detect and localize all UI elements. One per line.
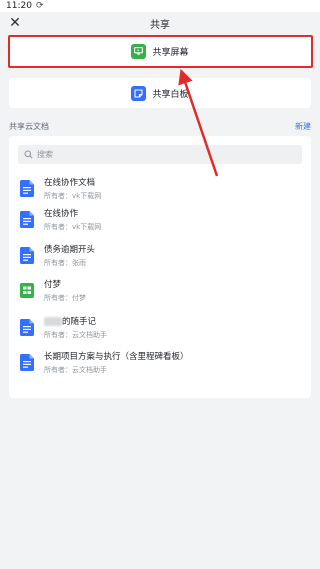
share-whiteboard-label: 共享白板 [152,89,189,100]
doc-name: 付梦 [44,279,62,290]
document-icon [20,246,34,264]
doc-list-panel: 在线协作文档 所有者：vk下载网 在线协作 所有者：vk下载网 债务逾期开头 所… [9,136,311,398]
whiteboard-icon [131,85,147,101]
cloud-docs-label: 共享云文档 [9,121,49,131]
doc-item[interactable]: 在线协作文档 所有者：vk下载网 [18,174,302,202]
new-doc-button[interactable]: 新建 [295,121,311,132]
document-icon [20,318,34,336]
spreadsheet-icon [20,282,34,298]
search-input[interactable] [37,150,287,159]
cloud-docs-header: 共享云文档 新建 [9,120,311,132]
doc-item[interactable]: 债务逾期开头 所有者：张雨 [18,241,302,269]
share-screen-button[interactable]: 共享屏幕 [9,36,311,66]
header: ✕ 共享 [0,12,320,34]
doc-name: 在线协作文档 [44,177,96,188]
document-icon [20,353,34,371]
document-icon [20,179,34,197]
doc-owner: 所有者：付梦 [44,293,86,302]
doc-name-row: 的随手记 [44,315,107,327]
document-icon [20,210,34,228]
doc-name: 在线协作 [44,208,79,219]
doc-item[interactable]: 付梦 所有者：付梦 [18,276,302,304]
sync-icon: ⟳ [35,1,44,11]
doc-owner: 所有者：云文档助手 [44,330,107,339]
close-icon[interactable]: ✕ [7,15,23,31]
redacted-name-blur [44,316,62,326]
doc-item[interactable]: 长期项目方案与执行（含里程碑看板） 所有者：云文档助手 [18,348,302,376]
status-time: 11:20 [6,1,32,11]
doc-owner: 所有者：vk下载网 [44,191,102,200]
doc-item[interactable]: 在线协作 所有者：vk下载网 [18,205,302,233]
doc-item[interactable]: 的随手记 所有者：云文档助手 [18,313,302,341]
doc-owner: 所有者：张雨 [44,258,86,267]
share-whiteboard-button[interactable]: 共享白板 [9,78,311,108]
page-title: 共享 [150,19,170,31]
doc-owner: 所有者：云文档助手 [44,365,107,374]
doc-name: 长期项目方案与执行（含里程碑看板） [44,351,189,362]
search-icon [24,150,33,159]
share-screen-label: 共享屏幕 [152,47,189,58]
doc-owner: 所有者：vk下载网 [44,222,102,231]
doc-name: 债务逾期开头 [44,244,96,255]
search-bar[interactable] [18,145,302,164]
status-bar: 11:20 ⟳ [0,0,320,12]
screen-share-icon [131,43,147,59]
doc-name: 的随手记 [62,316,97,327]
